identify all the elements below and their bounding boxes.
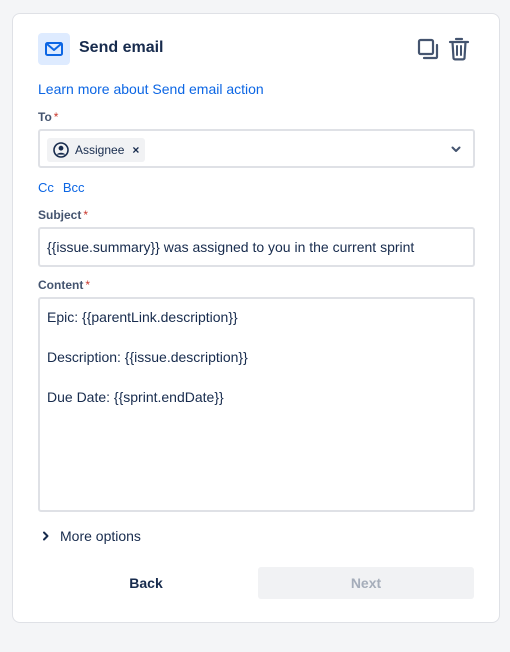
subject-label-text: Subject xyxy=(38,208,82,222)
next-button[interactable]: Next xyxy=(258,567,474,599)
chevron-right-icon xyxy=(40,530,52,542)
subject-input[interactable] xyxy=(38,227,475,267)
chip-label: Assignee xyxy=(75,143,125,157)
content-line: Description: {{issue.description}} xyxy=(47,349,248,365)
subject-label: Subject * xyxy=(38,208,88,222)
page-title: Send email xyxy=(79,39,164,56)
to-label-text: To xyxy=(38,110,52,124)
chip-remove-icon[interactable]: × xyxy=(132,144,139,156)
content-label: Content * xyxy=(38,278,90,292)
required-mark: * xyxy=(85,278,90,292)
copy-icon[interactable] xyxy=(415,36,441,62)
more-options-label: More options xyxy=(60,528,141,544)
to-select[interactable]: Assignee × xyxy=(38,129,475,168)
content-line: Due Date: {{sprint.endDate}} xyxy=(47,389,224,405)
trash-icon[interactable] xyxy=(446,36,472,62)
panel-header: Send email xyxy=(38,33,474,65)
mail-icon xyxy=(38,33,70,65)
content-textarea[interactable]: Epic: {{parentLink.description}} Descrip… xyxy=(38,297,475,512)
content-label-text: Content xyxy=(38,278,84,292)
cc-link[interactable]: Cc xyxy=(38,180,54,195)
chevron-down-icon[interactable] xyxy=(449,142,463,156)
more-options-toggle[interactable]: More options xyxy=(40,528,141,544)
required-mark: * xyxy=(53,110,59,124)
send-email-panel: Send email Learn more about Send email a… xyxy=(12,13,500,623)
to-label: To * xyxy=(38,110,58,124)
back-button[interactable]: Back xyxy=(38,567,254,599)
bcc-link[interactable]: Bcc xyxy=(63,180,85,195)
content-line: Epic: {{parentLink.description}} xyxy=(47,309,238,325)
user-avatar-icon xyxy=(53,142,69,158)
assignee-chip: Assignee × xyxy=(47,138,146,162)
required-mark: * xyxy=(83,208,89,222)
learn-more-link[interactable]: Learn more about Send email action xyxy=(38,81,264,97)
cc-bcc-row: Cc Bcc xyxy=(38,180,94,195)
